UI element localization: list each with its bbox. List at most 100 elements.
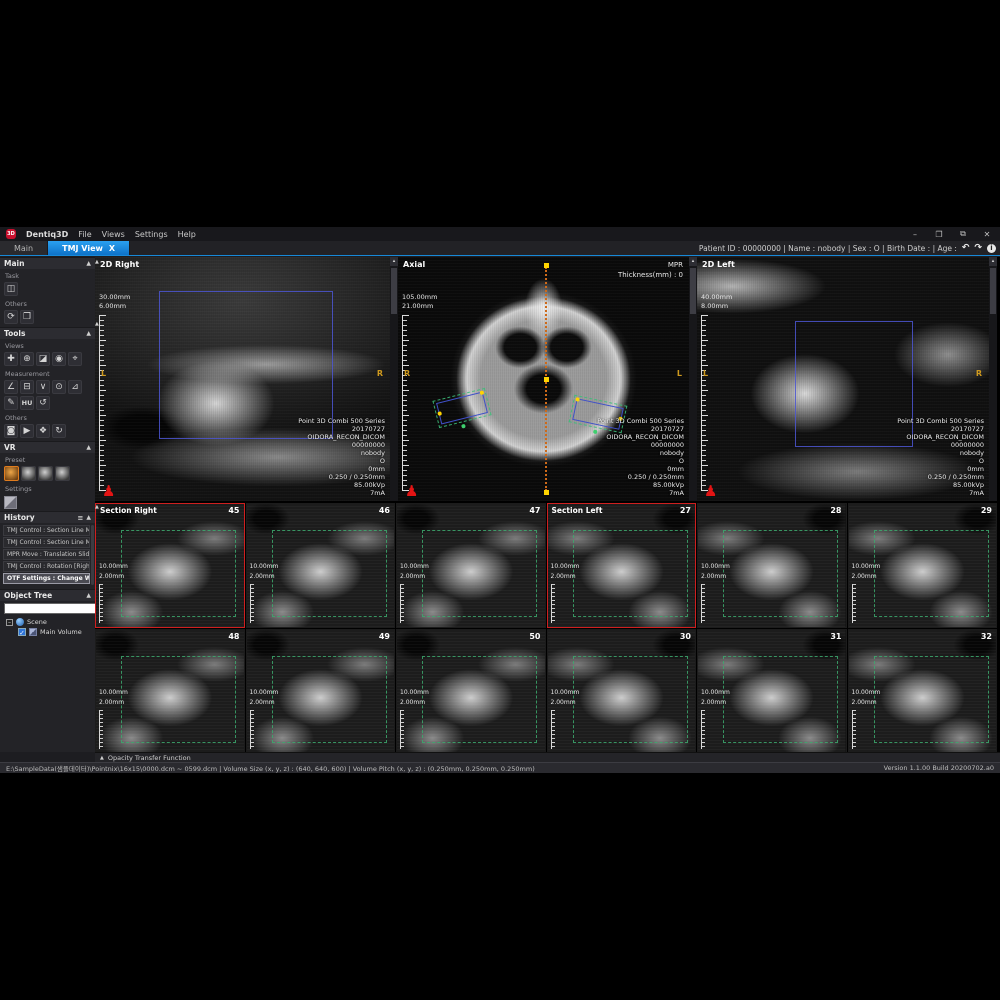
section-cell[interactable]: 48 10.00mm 2.00mm: [95, 629, 245, 754]
history-item-selected[interactable]: OTF Settings : Change Windowing Range: [3, 573, 90, 584]
hu-measure-icon[interactable]: HU: [20, 396, 34, 410]
thickness-label: Thickness(mm) : 0: [618, 271, 683, 279]
panel-header-vr[interactable]: VR ▲: [0, 441, 95, 453]
panel-header-history[interactable]: History ≡ ▲: [0, 511, 95, 523]
collapse-icon[interactable]: ▲: [86, 592, 91, 599]
layout-icon[interactable]: ❐: [20, 310, 34, 324]
collapse-icon[interactable]: ▲: [86, 330, 91, 337]
section-cell[interactable]: 46 10.00mm 2.00mm: [246, 503, 396, 628]
collapse-icon[interactable]: ▲: [86, 514, 91, 521]
section-cell[interactable]: Section Right 45 10.00mm 2.00mm: [95, 503, 245, 628]
info-icon[interactable]: i: [987, 244, 996, 253]
area-measure-icon[interactable]: ⊿: [68, 380, 82, 394]
tree-node-scene[interactable]: – Scene: [6, 617, 89, 627]
section-cell[interactable]: 50 10.00mm 2.00mm: [396, 629, 546, 754]
section-cell[interactable]: 49 10.00mm 2.00mm: [246, 629, 396, 754]
section-row-1: Section Right 45 10.00mm 2.00mm 46 10.00…: [95, 503, 997, 628]
history-scrollbar[interactable]: [91, 525, 94, 585]
panel-header-tools[interactable]: Tools ▲: [0, 327, 95, 339]
scroll-up-icon[interactable]: ▴: [390, 257, 398, 266]
line-handle[interactable]: [544, 263, 549, 268]
history-list-icon[interactable]: ≡: [78, 514, 84, 522]
section-cell[interactable]: 28 10.00mm 2.00mm: [697, 503, 847, 628]
line-handle[interactable]: [544, 490, 549, 495]
close-button[interactable]: ✕: [980, 230, 994, 239]
menu-views[interactable]: Views: [102, 230, 125, 239]
vr-preset-2-icon[interactable]: [21, 466, 36, 481]
tab-close-icon[interactable]: X: [109, 244, 115, 253]
line-handle[interactable]: [544, 377, 549, 382]
tmj-task-icon[interactable]: ◫: [4, 282, 18, 296]
angle-measure-icon[interactable]: ∠: [4, 380, 18, 394]
vr-preset-4-icon[interactable]: [55, 466, 70, 481]
polyline-measure-icon[interactable]: ∨: [36, 380, 50, 394]
tree-node-main-volume[interactable]: ✓ Main Volume: [6, 627, 89, 637]
object-tree-search-input[interactable]: [4, 603, 95, 614]
vr-preset-1-icon[interactable]: [4, 466, 19, 481]
collapse-arrow[interactable]: ▲: [95, 259, 99, 265]
otf-bar[interactable]: ▲ Opacity Transfer Function: [95, 752, 1000, 762]
collapse-arrow[interactable]: ▲: [95, 321, 99, 327]
windowing-icon[interactable]: ◪: [36, 352, 50, 366]
scroll-up-icon[interactable]: ▴: [689, 257, 697, 266]
view-axial[interactable]: Axial MPR Thickness(mm) : 0 105.00mm 21.…: [398, 257, 689, 501]
collapse-arrow[interactable]: ▲: [100, 755, 104, 761]
scale-value: 10.00mm: [701, 689, 730, 696]
menu-help[interactable]: Help: [178, 230, 196, 239]
history-item[interactable]: TMJ Control : Rotation [Right]: [3, 561, 90, 572]
implant-icon[interactable]: ❖: [36, 424, 50, 438]
menu-settings[interactable]: Settings: [135, 230, 168, 239]
rotate-icon[interactable]: ↻: [52, 424, 66, 438]
view-2d-right[interactable]: 2D Right 30.00mm 6.00mm L R Point 3D Com…: [95, 257, 390, 501]
history-item[interactable]: TMJ Control : Section Line Move [Right]: [3, 537, 90, 548]
minimize-button[interactable]: –: [908, 230, 922, 239]
scroll-thumb[interactable]: [690, 268, 696, 314]
section-region-rect[interactable]: [795, 321, 913, 447]
section-cell[interactable]: 47 10.00mm 2.00mm: [396, 503, 546, 628]
scene-label: Scene: [27, 618, 47, 626]
record-icon[interactable]: ▶: [20, 424, 34, 438]
history-item[interactable]: MPR Move : Translation Slider [Axial]: [3, 549, 90, 560]
section-cell[interactable]: 30 10.00mm 2.00mm: [547, 629, 697, 754]
redo-icon[interactable]: ↷: [974, 243, 982, 253]
mpr-center-line[interactable]: [545, 267, 547, 491]
section-cell[interactable]: 31 10.00mm 2.00mm: [697, 629, 847, 754]
overlay-toggle-icon[interactable]: ◉: [52, 352, 66, 366]
zoom-icon[interactable]: ⊕: [20, 352, 34, 366]
view-scrollbar[interactable]: ▴: [390, 257, 398, 501]
view-scrollbar[interactable]: ▴: [689, 257, 697, 501]
tab-tmj-view[interactable]: TMJ View X: [48, 241, 130, 255]
panel-header-main[interactable]: Main ▲: [0, 257, 95, 269]
circle-measure-icon[interactable]: ⊙: [52, 380, 66, 394]
panel-header-object-tree[interactable]: Object Tree ▲: [0, 589, 95, 601]
view-scrollbar[interactable]: ▴: [989, 257, 997, 501]
view-2d-left[interactable]: 2D Left 40.00mm 8.00mm L R Point 3D Comb…: [697, 257, 989, 501]
section-cell[interactable]: Section Left 27 10.00mm 2.00mm: [547, 503, 697, 628]
pick-zoom-icon[interactable]: ⌖: [68, 352, 82, 366]
scroll-up-icon[interactable]: ▴: [989, 257, 997, 266]
expander-icon[interactable]: –: [6, 619, 13, 626]
pan-icon[interactable]: ✚: [4, 352, 18, 366]
history-item[interactable]: TMJ Control : Section Line Move [Left]: [3, 525, 90, 536]
menu-file[interactable]: File: [78, 230, 91, 239]
undo-icon[interactable]: ↶: [962, 243, 970, 253]
collapse-icon[interactable]: ▲: [86, 444, 91, 451]
popout-button[interactable]: ⧉: [956, 229, 970, 239]
section-cell[interactable]: 29 10.00mm 2.00mm: [848, 503, 998, 628]
orientation-left: R: [404, 369, 410, 378]
annotation-icon[interactable]: ✎: [4, 396, 18, 410]
maximize-button[interactable]: ❐: [932, 230, 946, 239]
distance-measure-icon[interactable]: ⊟: [20, 380, 34, 394]
reset-view-icon[interactable]: ⟳: [4, 310, 18, 324]
vr-preset-3-icon[interactable]: [38, 466, 53, 481]
vr-settings-cube-icon[interactable]: [4, 496, 17, 509]
scroll-thumb[interactable]: [391, 268, 397, 314]
collapse-icon[interactable]: ▲: [86, 260, 91, 267]
capture-icon[interactable]: ◙: [4, 424, 18, 438]
section-cell[interactable]: 32 10.00mm 2.00mm: [848, 629, 998, 754]
reset-measure-icon[interactable]: ↺: [36, 396, 50, 410]
collapse-arrow[interactable]: ▲: [95, 504, 99, 510]
scroll-thumb[interactable]: [990, 268, 996, 314]
volume-checkbox[interactable]: ✓: [18, 628, 26, 636]
tab-main[interactable]: Main: [0, 241, 48, 255]
